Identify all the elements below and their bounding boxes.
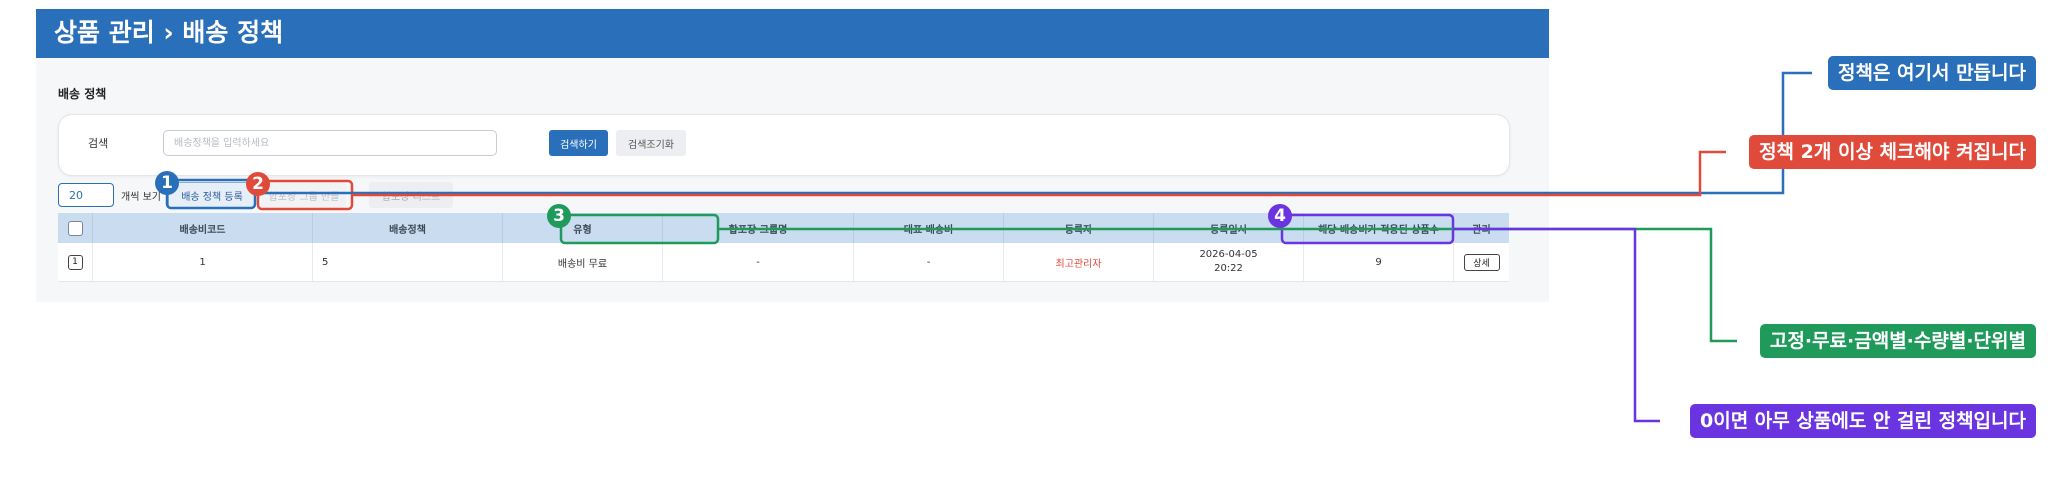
column-header[interactable]: 대표 배송비 <box>854 213 1004 243</box>
column-header[interactable]: 합포장 그룹명 <box>663 213 854 243</box>
cell-product-count: 9 <box>1304 243 1454 281</box>
callout-2: 정책 2개 이상 체크해야 켜집니다 <box>1749 135 2036 169</box>
cell-policy: 5 <box>313 243 503 281</box>
callout-1: 정책은 여기서 만듭니다 <box>1827 56 2036 90</box>
table-row: 1 1 5 배송비 무료 - - 최고관리자 2026-04-05 20:22 … <box>58 243 1509 282</box>
cell-group-name: - <box>663 243 854 281</box>
column-header[interactable]: 배송비코드 <box>93 213 313 243</box>
date-text: 2026-04-05 <box>1199 249 1258 260</box>
page-title: 상품 관리 › 배송 정책 <box>54 18 284 47</box>
select-all-cell <box>58 213 93 243</box>
marker-2: 2 <box>246 172 270 196</box>
column-header: 관리 <box>1472 224 1491 236</box>
time-text: 20:22 <box>1214 263 1243 274</box>
search-reset-button[interactable]: 검색조기화 <box>616 130 686 156</box>
register-shipping-policy-button[interactable]: 배송 정책 등록 <box>168 182 256 208</box>
search-button[interactable]: 검색하기 <box>549 130 608 156</box>
callout-4: 0이면 아무 상품에도 안 걸린 정책입니다 <box>1690 404 2036 438</box>
column-header[interactable]: 배송정책 <box>313 213 503 243</box>
search-label: 검색 <box>88 137 109 150</box>
cell-registrant: 최고관리자 <box>1004 243 1154 281</box>
column-header[interactable]: 등록자 <box>1004 213 1154 243</box>
callout-3: 고정·무료·금액별·수량별·단위별 <box>1759 324 2036 358</box>
screenshot-canvas: 상품 관리 › 배송 정책 배송 정책 검색 검색하기 검색조기화 개씩 보기 … <box>0 0 2048 499</box>
row-checkbox[interactable]: 1 <box>67 254 83 270</box>
page-header: 상품 관리 › 배송 정책 <box>36 9 1549 58</box>
page-size-select[interactable] <box>58 183 114 207</box>
column-header[interactable]: 해당 배송비가 적용된 상품수 <box>1304 213 1454 243</box>
make-bundle-group-button[interactable]: 합포장 그룹 만들 <box>262 182 346 208</box>
marker-1: 1 <box>155 171 179 195</box>
detail-button[interactable]: 상세 <box>1463 253 1500 271</box>
page-size-label: 개씩 보기 <box>121 192 161 203</box>
cell-code: 1 <box>93 243 313 281</box>
row-select-cell: 1 <box>58 243 93 281</box>
cell-actions: 상세 <box>1454 243 1509 281</box>
search-input[interactable] <box>163 130 497 156</box>
cell-registered-at: 2026-04-05 20:22 <box>1154 243 1304 281</box>
select-all-checkbox[interactable] <box>67 220 83 236</box>
cell-type: 배송비 무료 <box>503 243 663 281</box>
search-box: 검색 검색하기 검색조기화 <box>58 114 1510 176</box>
shipping-policy-table: 배송비코드 배송정책 유형 합포장 그룹명 대표 배송비 등록자 등록일시 해당… <box>58 213 1509 282</box>
marker-3: 3 <box>547 204 571 228</box>
cell-rep-fee: - <box>854 243 1004 281</box>
column-header[interactable]: 유형 <box>503 213 663 243</box>
marker-4: 4 <box>1268 204 1292 228</box>
section-title: 배송 정책 <box>58 87 107 101</box>
bundle-list-button[interactable]: 합포장 리스트 <box>369 182 453 208</box>
